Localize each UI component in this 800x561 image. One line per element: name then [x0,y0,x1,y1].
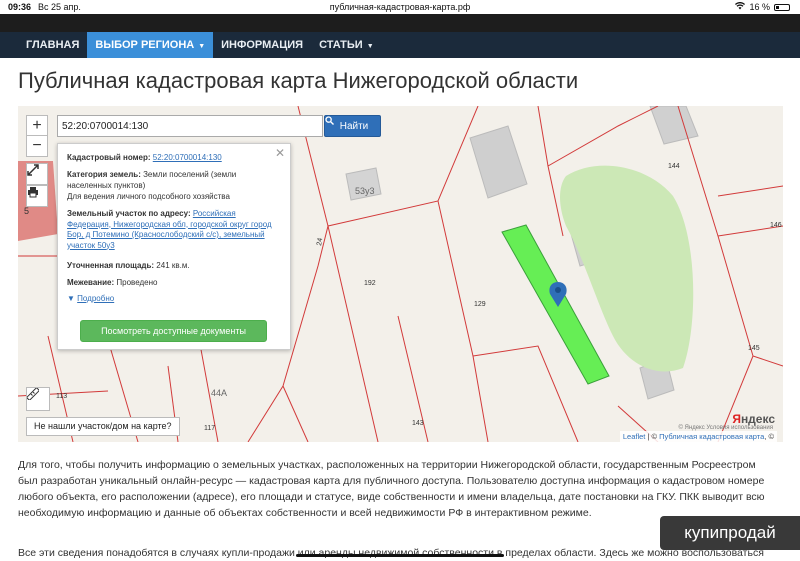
parcel-label: 5 [24,206,29,216]
parcel-label: 129 [474,301,486,308]
main-nav: ГЛАВНАЯ ВЫБОР РЕГИОНА ▼ ИНФОРМАЦИЯ СТАТЬИ… [0,32,800,58]
yandex-logo: Яндекс [732,412,775,426]
attrib-separator: , © [764,432,774,441]
parcel-label: 117 [204,425,215,432]
watermark-badge: купипродай [660,516,800,550]
details-toggle[interactable]: ▼ Подробно [67,294,114,303]
intro-paragraph: Для того, чтобы получить информацию о зе… [18,459,765,519]
address-label: Земельный участок по адресу: [67,209,191,218]
nav-home[interactable]: ГЛАВНАЯ [18,32,87,58]
page-title: Публичная кадастровая карта Нижегородско… [18,68,579,93]
yandex-logo-rest: ндекс [740,412,775,426]
address-bar-url[interactable]: публичная-кадастровая-карта.рф [0,2,800,12]
search-button[interactable]: Найти [324,115,381,137]
nav-info-label: ИНФОРМАЦИЯ [221,39,304,51]
parcel-label: 192 [364,280,376,287]
cadastral-search-input[interactable] [57,115,323,137]
chevron-down-icon: ▼ [366,43,374,50]
parcel-label: 145 [748,345,760,352]
nav-articles[interactable]: СТАТЬИ ▼ [311,32,382,58]
parcel-label: 113 [56,393,67,400]
attrib-separator: | © [645,432,660,441]
area-label: Уточненная площадь: [67,261,155,270]
measure-button[interactable] [26,387,50,411]
chevron-down-icon: ▼ [198,43,206,50]
leaflet-link[interactable]: Leaflet [623,432,646,441]
parcel-label: 144 [668,163,680,170]
home-indicator [296,554,504,557]
survey-row: Межевание: Проведено [67,278,280,289]
survey-label: Межевание: [67,278,115,287]
print-button[interactable] [26,185,48,207]
yandex-logo-y: Я [732,412,741,426]
not-found-button[interactable]: Не нашли участок/дом на карте? [26,417,180,436]
search-button-label: Найти [339,120,369,132]
zoom-in-button[interactable]: + [26,115,48,137]
details-label: Подробно [77,294,115,303]
parcel-label: 44А [211,388,227,398]
parcel-label: 24 [316,237,324,246]
address-row: Земельный участок по адресу: Российская … [67,209,280,251]
land-use-value: Для ведения личного подсобного хозяйства [67,192,230,201]
wifi-icon [735,1,746,12]
parcel-label: 146 [770,222,782,229]
cadastral-number-row: Кадастровый номер: 52:20:0700014:130 [67,153,280,164]
cadastral-number-label: Кадастровый номер: [67,153,151,162]
battery-icon [774,3,790,11]
battery-percent: 16 % [749,2,770,12]
area-row: Уточненная площадь: 241 кв.м. [67,261,280,272]
map-attribution: Leaflet | © Публичная кадастровая карта,… [619,431,777,442]
view-documents-button[interactable]: Посмотреть доступные документы [80,320,267,342]
nav-region-label: ВЫБОР РЕГИОНА [95,39,195,51]
parcel-label: 143 [412,420,424,427]
nav-home-label: ГЛАВНАЯ [26,39,80,51]
pkk-link[interactable]: Публичная кадастровая карта [659,432,764,441]
parcel-info-popup: ✕ Кадастровый номер: 52:20:0700014:130 К… [57,143,291,350]
parcel-label: 53у3 [355,186,375,196]
survey-value: Проведено [116,278,158,287]
cadastral-map[interactable]: 53у3 144 146 145 192 129 143 117 113 44А… [18,106,783,442]
fullscreen-button[interactable] [26,163,48,185]
zoom-out-button[interactable]: − [26,135,48,157]
land-category-row: Категория земель: Земли поселений (земли… [67,170,280,191]
land-category-label: Категория земель: [67,170,141,179]
triangle-down-icon: ▼ [67,294,75,303]
area-value: 241 кв.м. [156,261,190,270]
cadastral-number-link[interactable]: 52:20:0700014:130 [153,153,222,162]
status-right: 16 % [735,1,790,12]
nav-articles-label: СТАТЬИ [319,39,363,51]
nav-info[interactable]: ИНФОРМАЦИЯ [213,32,311,58]
browser-strip [0,14,800,32]
nav-region-select[interactable]: ВЫБОР РЕГИОНА ▼ [87,32,214,58]
status-bar: 09:36 Вс 25 апр. публичная-кадастровая-к… [0,0,800,14]
